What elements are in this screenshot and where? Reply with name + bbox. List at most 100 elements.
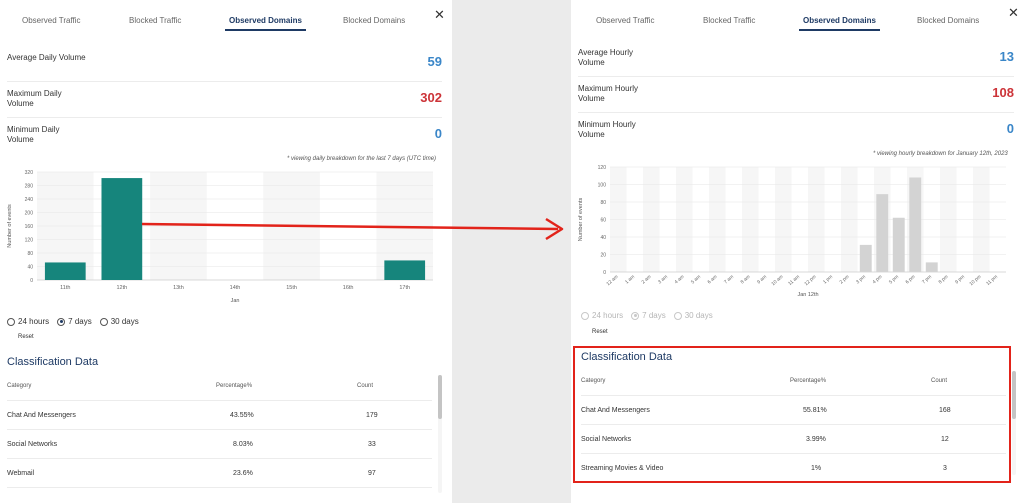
cell-percentage: 8.03% — [233, 441, 253, 448]
hourly-events-chart: 0 20 40 60 80 100 120 12 am 1 am 2 am 3 am 4 am 5 am… — [578, 165, 1006, 298]
radio-label: 7 days — [642, 311, 666, 320]
scrollbar-thumb[interactable] — [1012, 371, 1016, 419]
y-tick-label: 80 — [27, 251, 33, 257]
metric-label: Minimum Hourly Volume — [578, 120, 636, 139]
metric-value: 108 — [992, 85, 1014, 100]
scrollbar-thumb[interactable] — [438, 375, 442, 419]
x-tick-label: 7 am — [723, 274, 735, 285]
tab-observed-traffic[interactable]: Observed Traffic — [22, 16, 81, 25]
x-tick-label: 12 am — [605, 274, 619, 287]
x-tick-label: 7 pm — [921, 274, 933, 285]
metric-value: 59 — [427, 54, 442, 69]
x-tick-label: 8 pm — [938, 274, 950, 285]
tab-blocked-domains[interactable]: Blocked Domains — [917, 16, 979, 25]
radio-label: 30 days — [684, 311, 713, 320]
radio-circle-icon — [57, 317, 66, 326]
x-tick-label: 5 pm — [888, 274, 900, 285]
x-tick-label: 3 pm — [855, 274, 867, 285]
table-header: Category Percentage% Count — [7, 372, 432, 401]
cell-category: Webmail — [7, 470, 35, 477]
x-tick-label: 15th — [286, 285, 297, 291]
classification-title: Classification Data — [7, 356, 99, 368]
x-axis-label: Jan 12th — [797, 292, 818, 298]
radio-30-days[interactable]: 30 days — [99, 317, 139, 326]
metric-label: Minimum Daily Volume — [7, 125, 60, 144]
metric-label: Maximum Hourly Volume — [578, 84, 639, 103]
tab-blocked-traffic[interactable]: Blocked Traffic — [129, 16, 181, 25]
radio-7-days[interactable]: 7 days — [631, 311, 666, 320]
y-tick-label: 200 — [25, 211, 34, 217]
daily-events-chart: 0 40 80 120 160 200 240 280 320 11th 12th 13th 14th 1… — [7, 170, 433, 304]
metric-label: Average Hourly Volume — [578, 48, 633, 67]
x-tick-label: 6 am — [707, 274, 719, 285]
x-tick-label: 9 pm — [954, 274, 966, 285]
table-scrollbar[interactable] — [1012, 371, 1016, 475]
active-tab-underline — [799, 29, 880, 31]
x-tick-label: 2 pm — [839, 274, 851, 285]
metric-label: Average Daily Volume — [7, 53, 86, 62]
metric-value: 13 — [999, 49, 1014, 64]
x-tick-label: 11th — [60, 285, 70, 291]
x-tick-label: 4 am — [674, 274, 686, 285]
y-tick-label: 280 — [25, 184, 34, 190]
active-tab-underline — [225, 29, 306, 31]
left-panel: Observed Traffic Blocked Traffic Observe… — [0, 0, 452, 503]
metric-maximum-volume: Maximum Daily Volume 302 — [7, 82, 442, 118]
table-scrollbar[interactable] — [438, 375, 442, 493]
x-tick-label: 4 pm — [872, 274, 884, 285]
reset-button[interactable]: Reset — [18, 334, 34, 340]
radio-label: 30 days — [110, 317, 139, 326]
radio-24-hours[interactable]: 24 hours — [7, 317, 49, 326]
metric-value: 0 — [1006, 121, 1014, 136]
x-tick-label: 13th — [173, 285, 184, 291]
bar — [892, 217, 905, 272]
reset-button[interactable]: Reset — [592, 329, 608, 335]
tab-observed-traffic[interactable]: Observed Traffic — [596, 16, 655, 25]
comparison-screenshot: Observed Traffic Blocked Traffic Observe… — [0, 0, 1024, 503]
close-icon[interactable]: ✕ — [434, 8, 445, 21]
y-tick-label: 120 — [25, 238, 34, 244]
table-row: Chat And Messengers 43.55% 179 — [7, 401, 432, 430]
radio-circle-icon — [673, 311, 682, 320]
radio-7-days[interactable]: 7 days — [57, 317, 92, 326]
radio-30-days[interactable]: 30 days — [673, 311, 713, 320]
metric-average-volume: Average Daily Volume 59 — [7, 46, 442, 82]
tab-blocked-traffic[interactable]: Blocked Traffic — [703, 16, 755, 25]
radio-24-hours[interactable]: 24 hours — [581, 311, 623, 320]
cell-count: 97 — [368, 470, 376, 477]
tab-bar: Observed Traffic Blocked Traffic Observe… — [571, 6, 1024, 36]
radio-label: 24 hours — [592, 311, 624, 320]
cell-count: 33 — [368, 441, 376, 448]
metric-value: 0 — [434, 126, 442, 141]
y-tick-label: 80 — [600, 200, 606, 206]
header-count: Count — [357, 383, 374, 389]
close-icon[interactable]: ✕ — [1008, 6, 1019, 19]
y-tick-label: 0 — [30, 278, 33, 284]
x-tick-label: 1 am — [624, 274, 636, 285]
y-tick-label: 60 — [600, 218, 606, 224]
radio-label: 24 hours — [18, 317, 50, 326]
classification-table: Category Percentage% Count Chat And Mess… — [7, 372, 432, 503]
y-tick-label: 120 — [598, 165, 607, 171]
tab-observed-domains[interactable]: Observed Domains — [225, 16, 306, 31]
tab-blocked-domains[interactable]: Blocked Domains — [343, 16, 405, 25]
y-tick-label: 40 — [600, 235, 606, 241]
cell-count: 179 — [366, 412, 378, 419]
x-tick-label: 12 pm — [803, 274, 817, 287]
cell-category: Chat And Messengers — [7, 412, 76, 419]
metric-maximum-volume: Maximum Hourly Volume 108 — [578, 77, 1014, 113]
x-tick-label: 10 pm — [968, 274, 982, 287]
y-axis-label: Number of events — [578, 198, 584, 242]
header-category: Category — [7, 383, 32, 389]
x-tick-label: 2 am — [641, 274, 653, 285]
annotation-highlight-box — [573, 346, 1011, 483]
metric-minimum-volume: Minimum Daily Volume 0 — [7, 118, 442, 154]
radio-circle-icon — [581, 311, 589, 320]
y-tick-label: 20 — [600, 253, 606, 259]
tab-observed-domains[interactable]: Observed Domains — [799, 16, 880, 31]
bar — [44, 262, 86, 280]
cell-category: Social Networks — [7, 441, 58, 448]
time-range-radios: 24 hours 7 days 30 days — [7, 317, 139, 326]
x-tick-label: 5 am — [690, 274, 702, 285]
cell-percentage: 43.55% — [230, 412, 254, 419]
